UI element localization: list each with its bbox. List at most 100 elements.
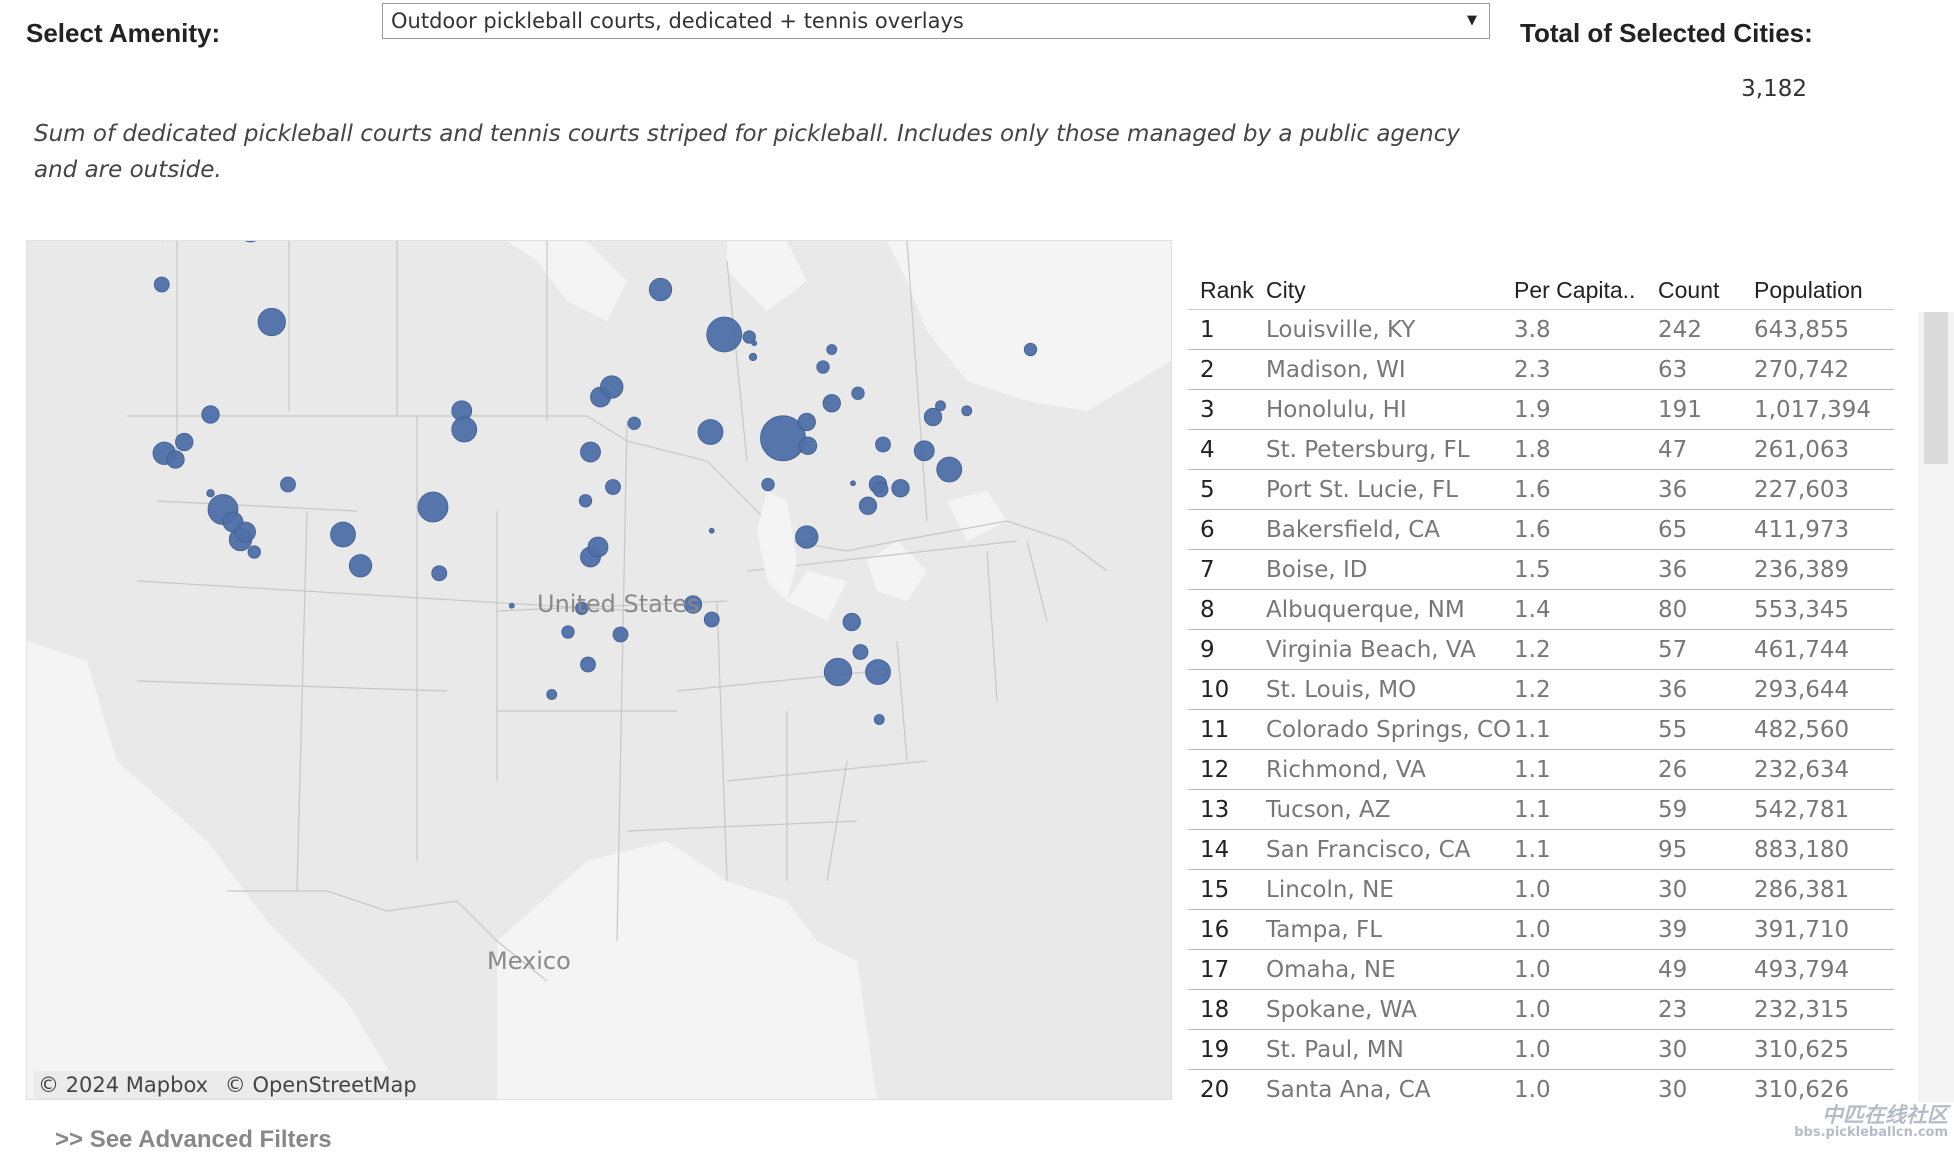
table-row[interactable]: 1 Louisville, KY 3.8 242 643,855	[1188, 309, 1894, 350]
city-bubble-marker[interactable]	[822, 394, 841, 413]
city-bubble-marker[interactable]	[257, 307, 286, 337]
table-row[interactable]: 11 Colorado Springs, CO 1.1 55 482,560	[1188, 709, 1894, 750]
city-bubble-marker[interactable]	[798, 436, 818, 455]
city-bubble-marker[interactable]	[417, 491, 449, 523]
header-rank[interactable]: Rank	[1188, 272, 1266, 310]
city-bubble-marker[interactable]	[795, 525, 819, 549]
table-row[interactable]: 4 St. Petersburg, FL 1.8 47 261,063	[1188, 429, 1894, 470]
table-row[interactable]: 8 Albuquerque, NM 1.4 80 553,345	[1188, 589, 1894, 630]
city-bubble-marker[interactable]	[153, 276, 170, 293]
city-bubble-marker[interactable]	[627, 416, 641, 430]
table-row[interactable]: 2 Madison, WI 2.3 63 270,742	[1188, 349, 1894, 390]
city-bubble-marker[interactable]	[431, 565, 448, 582]
city-bubble-marker[interactable]	[851, 386, 865, 400]
city-bubble-marker[interactable]	[708, 527, 715, 534]
city-bubble-marker[interactable]	[761, 477, 775, 492]
table-row[interactable]: 7 Boise, ID 1.5 36 236,389	[1188, 549, 1894, 590]
mapbox-attribution-link[interactable]: © 2024 Mapbox	[38, 1073, 208, 1097]
see-advanced-filters-link[interactable]: >> See Advanced Filters	[55, 1126, 332, 1154]
city-bubble-marker[interactable]	[546, 689, 558, 700]
city-bubble-marker[interactable]	[697, 419, 724, 445]
table-row[interactable]: 20 Santa Ana, CA 1.0 30 310,626	[1188, 1069, 1894, 1100]
table-row[interactable]: 9 Virginia Beach, VA 1.2 57 461,744	[1188, 629, 1894, 670]
cell-rank: 4	[1188, 429, 1266, 470]
city-bubble-marker[interactable]	[865, 659, 891, 685]
city-bubble-marker[interactable]	[873, 714, 885, 725]
cell-count: 65	[1658, 509, 1754, 550]
city-bubble-marker[interactable]	[748, 352, 758, 362]
cell-per-capita: 1.6	[1514, 509, 1658, 550]
city-bubble-marker[interactable]	[706, 316, 743, 353]
city-bubble-marker[interactable]	[751, 340, 758, 347]
header-per-capita[interactable]: Per Capita..	[1514, 272, 1658, 310]
header-city[interactable]: City	[1266, 272, 1514, 310]
city-bubble-marker[interactable]	[850, 480, 856, 487]
header-population[interactable]: Population	[1754, 272, 1894, 310]
cell-population: 286,381	[1754, 869, 1894, 910]
city-bubble-marker[interactable]	[166, 450, 185, 469]
city-bubble-marker[interactable]	[612, 626, 629, 643]
city-bubble-marker[interactable]	[508, 602, 515, 609]
map[interactable]: United States Mexico © 2024 Mapbox © Ope…	[26, 240, 1172, 1100]
cell-count: 242	[1658, 309, 1754, 350]
map-label-us: United States	[537, 589, 700, 619]
table-row[interactable]: 19 St. Paul, MN 1.0 30 310,625	[1188, 1029, 1894, 1070]
cell-city: Colorado Springs, CO	[1266, 709, 1514, 750]
city-bubble-marker[interactable]	[816, 360, 830, 374]
city-bubble-marker[interactable]	[826, 344, 838, 355]
table-row[interactable]: 16 Tampa, FL 1.0 39 391,710	[1188, 909, 1894, 950]
scrollbar[interactable]	[1918, 312, 1954, 1102]
city-bubble-marker[interactable]	[842, 612, 861, 632]
table-row[interactable]: 10 St. Louis, MO 1.2 36 293,644	[1188, 669, 1894, 710]
amenity-dropdown[interactable]: Outdoor pickleball courts, dedicated + t…	[382, 3, 1490, 39]
city-bubble-marker[interactable]	[561, 625, 575, 639]
city-bubble-marker[interactable]	[823, 657, 853, 687]
cell-population: 236,389	[1754, 549, 1894, 590]
cell-population: 411,973	[1754, 509, 1894, 550]
scrollbar-thumb[interactable]	[1924, 312, 1948, 464]
city-bubble-marker[interactable]	[605, 479, 621, 495]
city-bubble-marker[interactable]	[247, 545, 261, 559]
city-bubble-marker[interactable]	[936, 456, 963, 483]
city-bubble-marker[interactable]	[600, 375, 624, 399]
header-count[interactable]: Count	[1658, 272, 1754, 310]
city-bubble-marker[interactable]	[578, 494, 593, 508]
openstreetmap-attribution-link[interactable]: © OpenStreetMap	[225, 1073, 417, 1097]
city-bubble-marker[interactable]	[451, 416, 478, 443]
city-bubble-marker[interactable]	[648, 277, 673, 302]
table-row[interactable]: 15 Lincoln, NE 1.0 30 286,381	[1188, 869, 1894, 910]
city-bubble-marker[interactable]	[913, 440, 935, 462]
table-row[interactable]: 3 Honolulu, HI 1.9 191 1,017,394	[1188, 389, 1894, 430]
table-row[interactable]: 6 Bakersfield, CA 1.6 65 411,973	[1188, 509, 1894, 550]
city-bubble-marker[interactable]	[239, 241, 262, 243]
city-bubble-marker[interactable]	[280, 476, 296, 493]
chevron-down-icon[interactable]: ▼	[1467, 4, 1477, 38]
city-bubble-marker[interactable]	[858, 496, 878, 515]
city-bubble-marker[interactable]	[175, 432, 194, 452]
city-bubble-marker[interactable]	[580, 656, 596, 673]
cell-per-capita: 1.9	[1514, 389, 1658, 430]
table-row[interactable]: 17 Omaha, NE 1.0 49 493,794	[1188, 949, 1894, 990]
city-bubble-marker[interactable]	[1023, 342, 1038, 357]
table-row[interactable]: 13 Tucson, AZ 1.1 59 542,781	[1188, 789, 1894, 830]
city-bubble-marker[interactable]	[201, 405, 220, 424]
city-bubble-marker[interactable]	[330, 521, 356, 548]
table-row[interactable]: 5 Port St. Lucie, FL 1.6 36 227,603	[1188, 469, 1894, 510]
city-bubble-marker[interactable]	[872, 481, 889, 498]
cell-count: 95	[1658, 829, 1754, 870]
city-bubble-marker[interactable]	[891, 479, 910, 498]
city-bubble-marker[interactable]	[235, 521, 256, 543]
city-bubble-marker[interactable]	[797, 412, 816, 432]
city-bubble-marker[interactable]	[580, 441, 601, 463]
table-row[interactable]: 12 Richmond, VA 1.1 26 232,634	[1188, 749, 1894, 790]
city-bubble-marker[interactable]	[935, 400, 946, 412]
city-bubble-marker[interactable]	[587, 536, 609, 558]
city-bubble-marker[interactable]	[852, 644, 869, 660]
table-row[interactable]: 14 San Francisco, CA 1.1 95 883,180	[1188, 829, 1894, 870]
table-row[interactable]: 18 Spokane, WA 1.0 23 232,315	[1188, 989, 1894, 1030]
city-bubble-marker[interactable]	[348, 554, 373, 578]
city-bubble-marker[interactable]	[961, 405, 973, 417]
city-bubble-marker[interactable]	[206, 489, 215, 498]
city-bubble-marker[interactable]	[703, 611, 720, 628]
city-bubble-marker[interactable]	[875, 436, 891, 453]
